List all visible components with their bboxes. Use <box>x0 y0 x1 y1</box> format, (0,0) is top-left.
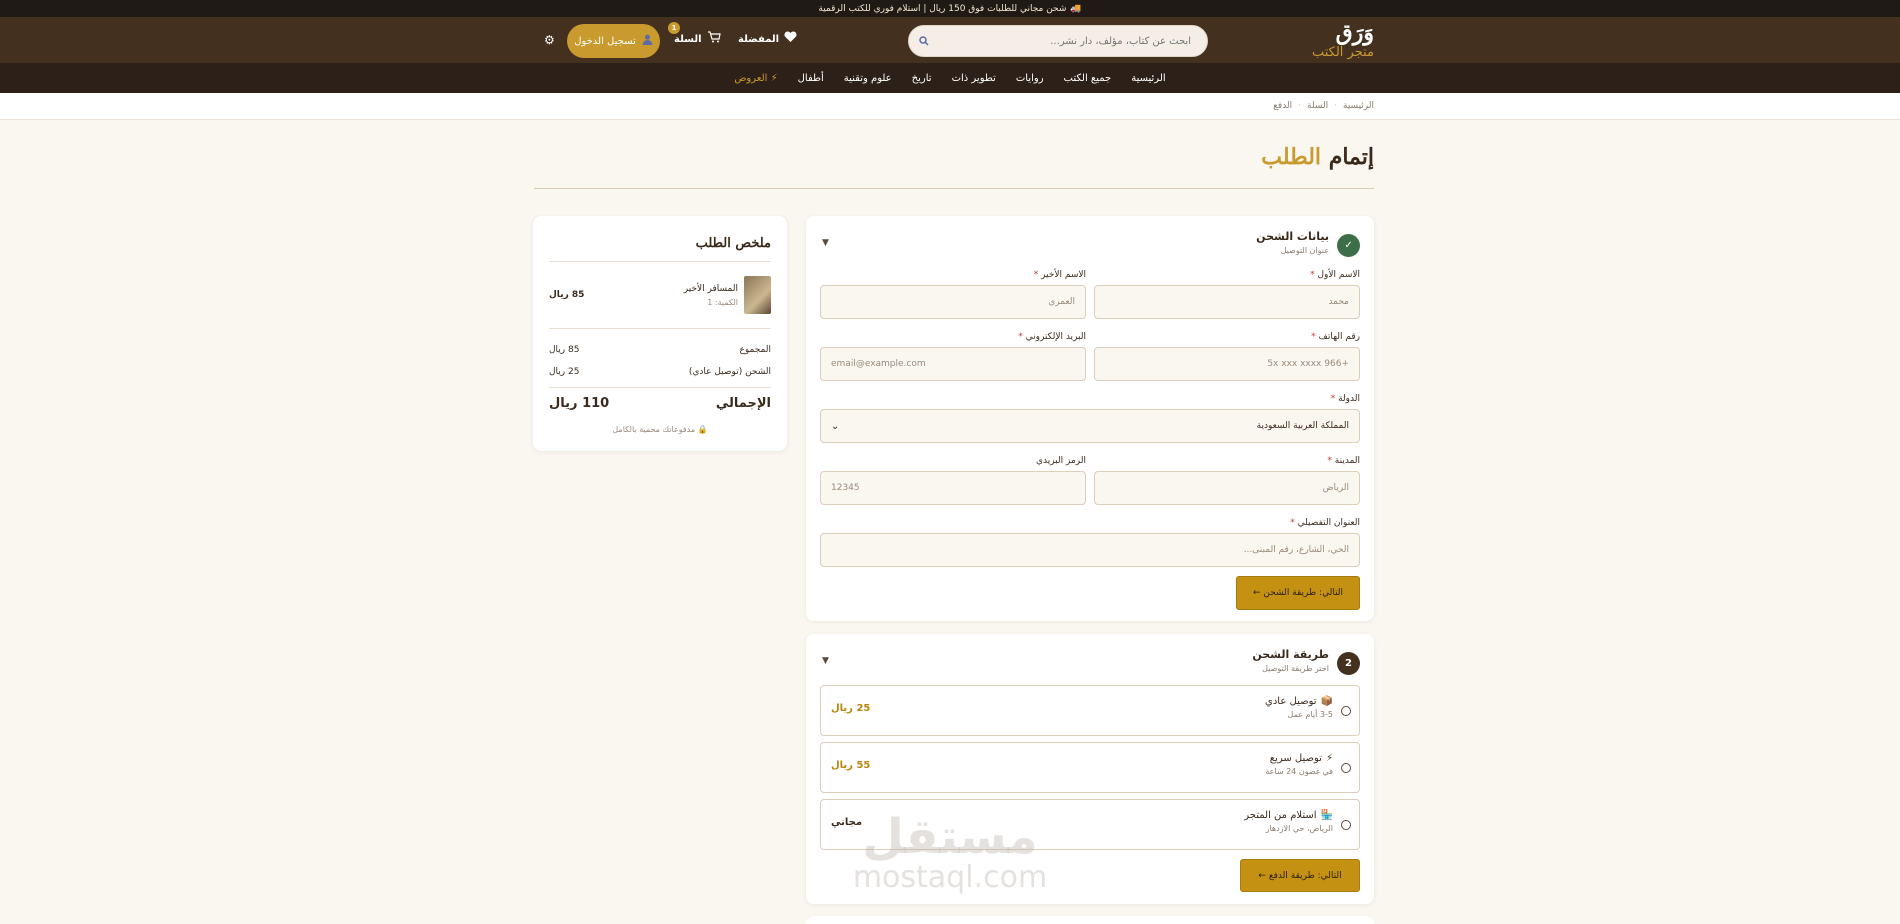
search-input[interactable] <box>931 35 1191 47</box>
book-quantity: الكمية: 1 <box>707 297 738 307</box>
secure-payment-note: 🔒 مدفوعاتك محمية بالكامل <box>612 425 708 434</box>
next-payment-method-button[interactable]: التالي: طريقة الدفع ← <box>1240 859 1360 892</box>
step-subtitle: عنوان التوصيل <box>1280 246 1329 255</box>
cart-link[interactable]: السلة 1 <box>668 22 721 47</box>
package-icon: 📦 <box>1320 696 1333 707</box>
cart-count-badge: 1 <box>668 22 680 34</box>
nav-item-home[interactable]: الرئيسية <box>1131 73 1165 84</box>
step-title: بيانات الشحن <box>1256 230 1329 243</box>
address-field: العنوان التفصيلي * الحي، الشارع، رقم الم… <box>820 518 1360 567</box>
first-name-field: الاسم الأول * محمد <box>1094 270 1360 319</box>
cart-label: السلة <box>674 33 702 45</box>
breadcrumb-separator: · <box>1298 101 1302 111</box>
lightning-icon: ⚡ <box>770 72 778 84</box>
login-label: تسجيل الدخول <box>574 35 636 47</box>
breadcrumb: الرئيسية · السلة · الدفع <box>0 93 1900 120</box>
brand-logo[interactable]: وَرَق متجر الكتب <box>1312 21 1374 61</box>
nav-item-kids[interactable]: أطفال <box>798 73 824 84</box>
nav-item-novels[interactable]: روايات <box>1016 73 1044 84</box>
next-shipping-method-button[interactable]: التالي: طريقة الشحن ← <box>1236 576 1360 610</box>
heart-icon <box>784 31 797 47</box>
summary-title: ملخص الطلب <box>549 230 771 262</box>
country-select[interactable]: المملكة العربية السعودية ⌄ <box>820 409 1360 443</box>
step-header[interactable]: 2 طريقة الشحن اختر طريقة التوصيل <box>1252 648 1360 675</box>
nav-item-all-books[interactable]: جميع الكتب <box>1064 73 1112 84</box>
page-title: إتمام الطلب <box>1261 144 1374 170</box>
option-price: 55 ريال <box>831 760 871 771</box>
chevron-down-icon: ⌄ <box>831 420 840 432</box>
search-icon[interactable] <box>917 34 931 48</box>
watermark: مستقل mostaql.com <box>852 809 1048 895</box>
brand-name: وَرَق <box>1335 20 1374 46</box>
shipping-row: الشحن (توصيل عادي) 25 ريال <box>549 367 771 377</box>
email-field: البريد الإلكتروني * email@example.com <box>820 332 1086 381</box>
phone-field: رقم الهاتف * +966 5x xxx xxxx <box>1094 332 1360 381</box>
book-cover-image <box>744 276 771 314</box>
country-field: الدولة * المملكة العربية السعودية ⌄ <box>820 394 1360 443</box>
step-header[interactable]: ✓ بيانات الشحن عنوان التوصيل <box>1256 230 1360 257</box>
option-price: 25 ريال <box>831 703 871 714</box>
collapse-toggle-icon[interactable]: ▼ <box>822 656 829 666</box>
breadcrumb-checkout: الدفع <box>1273 101 1293 111</box>
favorites-link[interactable]: المفضلة <box>738 31 797 47</box>
phone-input[interactable]: +966 5x xxx xxxx <box>1094 347 1360 381</box>
shipping-option-express[interactable]: ⚡ توصيل سريع في غضون 24 ساعة 55 ريال <box>820 742 1360 793</box>
book-price: 85 ريال <box>549 290 585 300</box>
city-input[interactable]: الرياض <box>1094 471 1360 505</box>
title-divider <box>534 188 1374 189</box>
user-icon <box>642 34 653 48</box>
shipping-option-standard[interactable]: 📦 توصيل عادي 3-5 أيام عمل 25 ريال <box>820 685 1360 736</box>
nav-item-self-dev[interactable]: تطوير ذات <box>952 73 996 84</box>
subtotal-row: المجموع 85 ريال <box>549 345 771 355</box>
nav-item-history[interactable]: تاريخ <box>912 73 932 84</box>
step-title: طريقة الشحن <box>1252 648 1329 661</box>
step-subtitle: اختر طريقة التوصيل <box>1262 664 1329 673</box>
search-bar <box>908 25 1208 57</box>
login-button[interactable]: تسجيل الدخول <box>567 24 660 58</box>
site-header: وَرَق متجر الكتب المفضلة السلة 1 تسجيل ا… <box>0 17 1900 63</box>
radio-button[interactable] <box>1341 706 1351 716</box>
last-name-input[interactable]: العمري <box>820 285 1086 319</box>
brand-subtitle: متجر الكتب <box>1311 45 1374 60</box>
nav-item-offers[interactable]: ⚡ العروض <box>734 73 777 84</box>
favorites-label: المفضلة <box>738 33 780 45</box>
breadcrumb-home[interactable]: الرئيسية <box>1343 101 1374 111</box>
summary-line-item: المسافر الأخير الكمية: 1 85 ريال <box>549 262 771 329</box>
lightning-icon: ⚡ <box>1325 753 1333 764</box>
truck-icon: 🚚 <box>1070 3 1082 14</box>
zip-field: الرمز البريدي 12345 <box>820 456 1086 505</box>
last-name-field: الاسم الأخير * العمري <box>820 270 1086 319</box>
radio-button[interactable] <box>1341 763 1351 773</box>
settings-gear-icon[interactable]: ⚙ <box>544 33 555 47</box>
nav-item-science[interactable]: علوم وتقنية <box>844 73 892 84</box>
first-name-input[interactable]: محمد <box>1094 285 1360 319</box>
zip-input[interactable]: 12345 <box>820 471 1086 505</box>
book-title: المسافر الأخير <box>683 283 738 294</box>
announcement-bar: 🚚 شحن مجاني للطلبات فوق 150 ريال | استلا… <box>0 0 1900 17</box>
offers-label: العروض <box>734 72 768 84</box>
announcement-text: شحن مجاني للطلبات فوق 150 ريال | استلام … <box>818 3 1067 14</box>
collapse-toggle-icon[interactable]: ▼ <box>822 238 829 248</box>
step-number: 2 <box>1337 652 1360 675</box>
total-row: الإجمالي 110 ريال <box>549 387 771 419</box>
check-icon: ✓ <box>1337 234 1360 257</box>
shipping-details-step: ✓ بيانات الشحن عنوان التوصيل ▼ الاسم الأ… <box>806 216 1374 621</box>
email-input[interactable]: email@example.com <box>820 347 1086 381</box>
next-step-card <box>806 916 1374 924</box>
address-input[interactable]: الحي، الشارع، رقم المبنى... <box>820 533 1360 567</box>
cart-icon <box>707 31 721 47</box>
radio-button[interactable] <box>1341 820 1351 830</box>
store-icon: 🏪 <box>1320 810 1333 821</box>
breadcrumb-separator: · <box>1334 101 1337 111</box>
main-nav: الرئيسية جميع الكتب روايات تطوير ذات تار… <box>0 63 1900 93</box>
city-field: المدينة * الرياض <box>1094 456 1360 505</box>
breadcrumb-cart[interactable]: السلة <box>1307 101 1328 111</box>
order-summary-card: ملخص الطلب المسافر الأخير الكمية: 1 85 ر… <box>533 216 787 451</box>
